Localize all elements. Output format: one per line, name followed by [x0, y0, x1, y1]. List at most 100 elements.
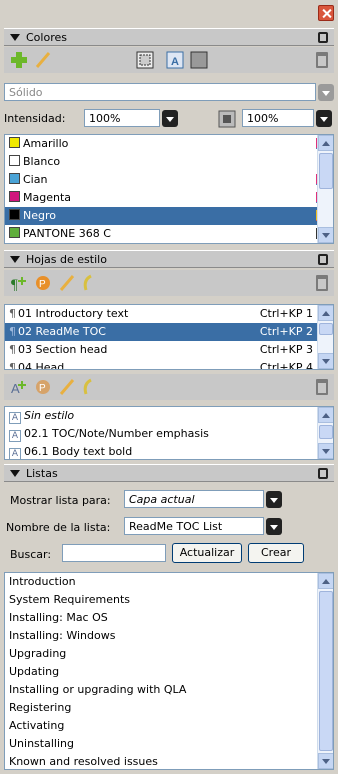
close-icon[interactable]: [318, 5, 334, 21]
list-item[interactable]: Updating: [5, 663, 333, 681]
scroll-down-icon[interactable]: [318, 443, 333, 459]
apply-style-icon[interactable]: P: [34, 274, 52, 292]
list-name-select[interactable]: ReadMe TOC List: [124, 517, 264, 535]
new-paragraph-style-icon[interactable]: ¶: [10, 274, 28, 292]
scroll-thumb[interactable]: [319, 425, 333, 439]
list-item[interactable]: Blanco: [5, 153, 333, 171]
collapse-triangle-icon[interactable]: [10, 33, 20, 41]
list-item-selected[interactable]: Negro: [5, 207, 333, 225]
delete-trash-icon[interactable]: [316, 379, 328, 395]
scroll-thumb[interactable]: [319, 323, 333, 335]
list-item-selected[interactable]: ¶ 02 ReadMe TOC Ctrl+KP 2: [5, 323, 333, 341]
scroll-thumb[interactable]: [319, 153, 333, 189]
frame-color-icon[interactable]: [136, 51, 154, 69]
scroll-down-icon[interactable]: [318, 227, 333, 243]
collapse-triangle-icon[interactable]: [10, 255, 20, 263]
list-item[interactable]: Introduction: [5, 573, 333, 591]
palette-menu-icon[interactable]: [318, 254, 328, 265]
new-color-icon[interactable]: [10, 51, 28, 69]
char-style-list: A Sin estilo A 02.1 TOC/Note/Number emphas…: [4, 406, 334, 460]
listas-header[interactable]: Listas: [4, 464, 334, 482]
scroll-thumb[interactable]: [319, 591, 333, 751]
list-item[interactable]: Installing: Mac OS: [5, 609, 333, 627]
tint2-field[interactable]: 100%: [242, 109, 314, 127]
duplicate-style-icon[interactable]: [80, 274, 98, 292]
scroll-down-icon[interactable]: [318, 353, 333, 369]
color-list-scrollbar[interactable]: [317, 135, 333, 243]
delete-trash-icon[interactable]: [316, 275, 328, 291]
tint-dropdown[interactable]: [162, 110, 178, 127]
tint2-dropdown[interactable]: [316, 110, 332, 127]
listas-title: Listas: [26, 466, 58, 480]
color-list: Amarillo Blanco Cian Magenta Negro PANTO…: [4, 134, 334, 244]
hojas-header[interactable]: Hojas de estilo: [4, 250, 334, 268]
scroll-up-icon[interactable]: [318, 573, 333, 589]
show-list-select[interactable]: Capa actual: [124, 490, 264, 508]
collapse-triangle-icon[interactable]: [10, 469, 20, 477]
list-item[interactable]: PANTONE 368 C: [5, 225, 333, 243]
svg-text:P: P: [39, 279, 46, 290]
colores-title: Colores: [26, 30, 67, 44]
list-item[interactable]: Amarillo: [5, 135, 333, 153]
swatch-label: Amarillo: [23, 137, 69, 150]
list-item[interactable]: ¶ 04 Head Ctrl+KP 4: [5, 359, 333, 369]
delete-trash-icon[interactable]: [316, 52, 328, 68]
fill-type-dropdown[interactable]: [318, 84, 334, 101]
list-item[interactable]: A 06.1 Body text bold: [5, 443, 333, 459]
style-shortcut: Ctrl+KP 3: [259, 343, 313, 356]
show-list-dropdown[interactable]: [266, 491, 282, 508]
list-item[interactable]: System Requirements: [5, 591, 333, 609]
fill-type-field[interactable]: Sólido: [4, 83, 316, 101]
paragraph-icon: ¶: [9, 325, 16, 338]
char-list-scrollbar[interactable]: [317, 407, 333, 459]
swatch-label: Negro: [23, 209, 56, 222]
tint-field[interactable]: 100%: [84, 109, 160, 127]
hojas-title: Hojas de estilo: [26, 252, 107, 266]
list-items-scrollbar[interactable]: [317, 573, 333, 769]
list-item[interactable]: Magenta: [5, 189, 333, 207]
paragraph-list-scrollbar[interactable]: [317, 305, 333, 369]
list-item[interactable]: Installing or upgrading with QLA: [5, 681, 333, 699]
new-char-style-icon[interactable]: A: [10, 378, 28, 396]
list-item[interactable]: Known and resolved issues: [5, 753, 333, 769]
palette-menu-icon[interactable]: [318, 468, 328, 479]
list-item[interactable]: Uninstalling: [5, 735, 333, 753]
colores-header[interactable]: Colores: [4, 28, 334, 46]
search-label: Buscar:: [10, 548, 52, 561]
swatch-label: Cian: [23, 173, 48, 186]
list-item[interactable]: Upgrading: [5, 645, 333, 663]
svg-text:P: P: [39, 383, 46, 394]
background-color-icon[interactable]: [190, 51, 208, 69]
char-style-icon: A: [9, 448, 21, 459]
blend-icon[interactable]: [218, 110, 236, 128]
list-item[interactable]: ¶ 01 Introductory text Ctrl+KP 1: [5, 305, 333, 323]
style-shortcut: Ctrl+KP 2: [259, 325, 313, 338]
style-name: Sin estilo: [24, 409, 75, 422]
scroll-up-icon[interactable]: [318, 305, 333, 321]
scroll-up-icon[interactable]: [318, 407, 333, 423]
text-color-icon[interactable]: A: [166, 51, 184, 69]
edit-pencil-icon[interactable]: [34, 51, 52, 69]
create-button[interactable]: Crear: [248, 543, 304, 563]
swatch-magenta: [9, 191, 20, 202]
list-item[interactable]: Activating: [5, 717, 333, 735]
edit-pencil-icon[interactable]: [58, 378, 76, 396]
paragraph-icon: ¶: [9, 307, 16, 320]
apply-style-icon[interactable]: P: [34, 378, 52, 396]
list-name-dropdown[interactable]: [266, 518, 282, 535]
scroll-up-icon[interactable]: [318, 135, 333, 151]
search-input[interactable]: [62, 544, 166, 562]
list-item[interactable]: Installing: Windows: [5, 627, 333, 645]
list-item[interactable]: ¶ 03 Section head Ctrl+KP 3: [5, 341, 333, 359]
update-button[interactable]: Actualizar: [172, 543, 242, 563]
char-style-toolbar: A P: [4, 374, 334, 400]
scroll-down-icon[interactable]: [318, 753, 333, 769]
swatch-pantone: [9, 227, 20, 238]
list-item[interactable]: Registering: [5, 699, 333, 717]
list-item[interactable]: Cian: [5, 171, 333, 189]
list-item[interactable]: A 02.1 TOC/Note/Number emphasis: [5, 425, 333, 443]
duplicate-style-icon[interactable]: [80, 378, 98, 396]
list-item[interactable]: A Sin estilo: [5, 407, 333, 425]
palette-menu-icon[interactable]: [318, 32, 328, 43]
edit-pencil-icon[interactable]: [58, 274, 76, 292]
